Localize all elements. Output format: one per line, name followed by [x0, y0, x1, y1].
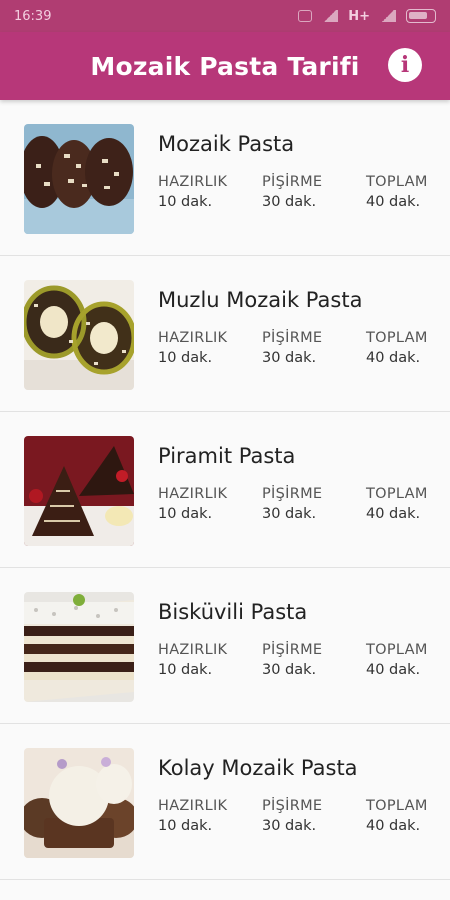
app-title: Mozaik Pasta Tarifi [90, 51, 360, 81]
total-time: TOPLAM 40 dak. [366, 486, 450, 522]
total-value: 40 dak. [366, 194, 421, 210]
recipe-info: Kolay Mozaik Pasta HAZIRLIK 10 dak. PİŞİ… [158, 748, 450, 834]
recipe-thumbnail [24, 592, 134, 702]
total-label: TOPLAM [366, 174, 428, 190]
recipe-title: Bisküvili Pasta [158, 600, 308, 624]
cook-label: PİŞİRME [262, 174, 323, 190]
prep-time: HAZIRLIK 10 dak. [158, 174, 262, 210]
cook-time: PİŞİRME 30 dak. [262, 330, 366, 366]
prep-value: 10 dak. [158, 194, 213, 210]
battery-icon [406, 9, 436, 23]
cook-time: PİŞİRME 30 dak. [262, 486, 366, 522]
status-icons: H+ [298, 9, 436, 24]
recipe-title: Muzlu Mozaik Pasta [158, 288, 363, 312]
prep-label: HAZIRLIK [158, 330, 228, 346]
recipe-thumbnail [24, 436, 134, 546]
cook-value: 30 dak. [262, 662, 317, 678]
cook-value: 30 dak. [262, 194, 317, 210]
cook-time: PİŞİRME 30 dak. [262, 642, 366, 678]
cook-label: PİŞİRME [262, 642, 323, 658]
alarm-icon [298, 10, 313, 22]
cook-time: PİŞİRME 30 dak. [262, 174, 366, 210]
total-label: TOPLAM [366, 798, 428, 814]
prep-value: 10 dak. [158, 662, 213, 678]
prep-time: HAZIRLIK 10 dak. [158, 330, 262, 366]
recipe-title: Mozaik Pasta [158, 132, 295, 156]
recipe-item[interactable]: Kolay Mozaik Pasta HAZIRLIK 10 dak. PİŞİ… [0, 724, 450, 880]
cook-time: PİŞİRME 30 dak. [262, 798, 366, 834]
prep-label: HAZIRLIK [158, 174, 228, 190]
wifi-icon [380, 10, 396, 22]
recipe-times: HAZIRLIK 10 dak. PİŞİRME 30 dak. TOPLAM … [158, 330, 450, 366]
total-time: TOPLAM 40 dak. [366, 798, 450, 834]
recipe-item[interactable]: Bisküvili Pasta HAZIRLIK 10 dak. PİŞİRME… [0, 568, 450, 724]
recipe-item[interactable]: Muzlu Mozaik Pasta HAZIRLIK 10 dak. PİŞİ… [0, 256, 450, 412]
prep-time: HAZIRLIK 10 dak. [158, 486, 262, 522]
status-bar: 16:39 H+ [0, 0, 450, 32]
info-icon: i [400, 52, 410, 78]
recipe-info: Muzlu Mozaik Pasta HAZIRLIK 10 dak. PİŞİ… [158, 280, 450, 366]
recipe-item[interactable]: Mozaik Pasta HAZIRLIK 10 dak. PİŞİRME 30… [0, 100, 450, 256]
total-time: TOPLAM 40 dak. [366, 642, 450, 678]
prep-label: HAZIRLIK [158, 798, 228, 814]
total-value: 40 dak. [366, 506, 421, 522]
total-value: 40 dak. [366, 350, 421, 366]
total-time: TOPLAM 40 dak. [366, 174, 450, 210]
recipe-title: Kolay Mozaik Pasta [158, 756, 358, 780]
app-bar: Mozaik Pasta Tarifi i [0, 32, 450, 100]
prep-label: HAZIRLIK [158, 486, 228, 502]
cook-label: PİŞİRME [262, 330, 323, 346]
prep-value: 10 dak. [158, 818, 213, 834]
total-label: TOPLAM [366, 642, 428, 658]
cook-value: 30 dak. [262, 350, 317, 366]
recipe-info: Bisküvili Pasta HAZIRLIK 10 dak. PİŞİRME… [158, 592, 450, 678]
recipe-times: HAZIRLIK 10 dak. PİŞİRME 30 dak. TOPLAM … [158, 486, 450, 522]
recipe-list: Mozaik Pasta HAZIRLIK 10 dak. PİŞİRME 30… [0, 100, 450, 880]
prep-value: 10 dak. [158, 350, 213, 366]
recipe-item[interactable]: Piramit Pasta HAZIRLIK 10 dak. PİŞİRME 3… [0, 412, 450, 568]
recipe-thumbnail [24, 124, 134, 234]
total-label: TOPLAM [366, 330, 428, 346]
prep-time: HAZIRLIK 10 dak. [158, 642, 262, 678]
status-time: 16:39 [14, 8, 52, 24]
total-value: 40 dak. [366, 818, 421, 834]
info-button[interactable]: i [388, 48, 422, 82]
cook-value: 30 dak. [262, 818, 317, 834]
recipe-times: HAZIRLIK 10 dak. PİŞİRME 30 dak. TOPLAM … [158, 174, 450, 210]
cook-value: 30 dak. [262, 506, 317, 522]
prep-time: HAZIRLIK 10 dak. [158, 798, 262, 834]
recipe-info: Mozaik Pasta HAZIRLIK 10 dak. PİŞİRME 30… [158, 124, 450, 210]
network-type: H+ [348, 8, 370, 24]
cook-label: PİŞİRME [262, 486, 323, 502]
total-value: 40 dak. [366, 662, 421, 678]
recipe-info: Piramit Pasta HAZIRLIK 10 dak. PİŞİRME 3… [158, 436, 450, 522]
prep-value: 10 dak. [158, 506, 213, 522]
recipe-thumbnail [24, 280, 134, 390]
total-time: TOPLAM 40 dak. [366, 330, 450, 366]
recipe-title: Piramit Pasta [158, 444, 296, 468]
signal-icon [322, 10, 339, 22]
cook-label: PİŞİRME [262, 798, 323, 814]
total-label: TOPLAM [366, 486, 428, 502]
prep-label: HAZIRLIK [158, 642, 228, 658]
recipe-times: HAZIRLIK 10 dak. PİŞİRME 30 dak. TOPLAM … [158, 798, 450, 834]
recipe-thumbnail [24, 748, 134, 858]
recipe-times: HAZIRLIK 10 dak. PİŞİRME 30 dak. TOPLAM … [158, 642, 450, 678]
